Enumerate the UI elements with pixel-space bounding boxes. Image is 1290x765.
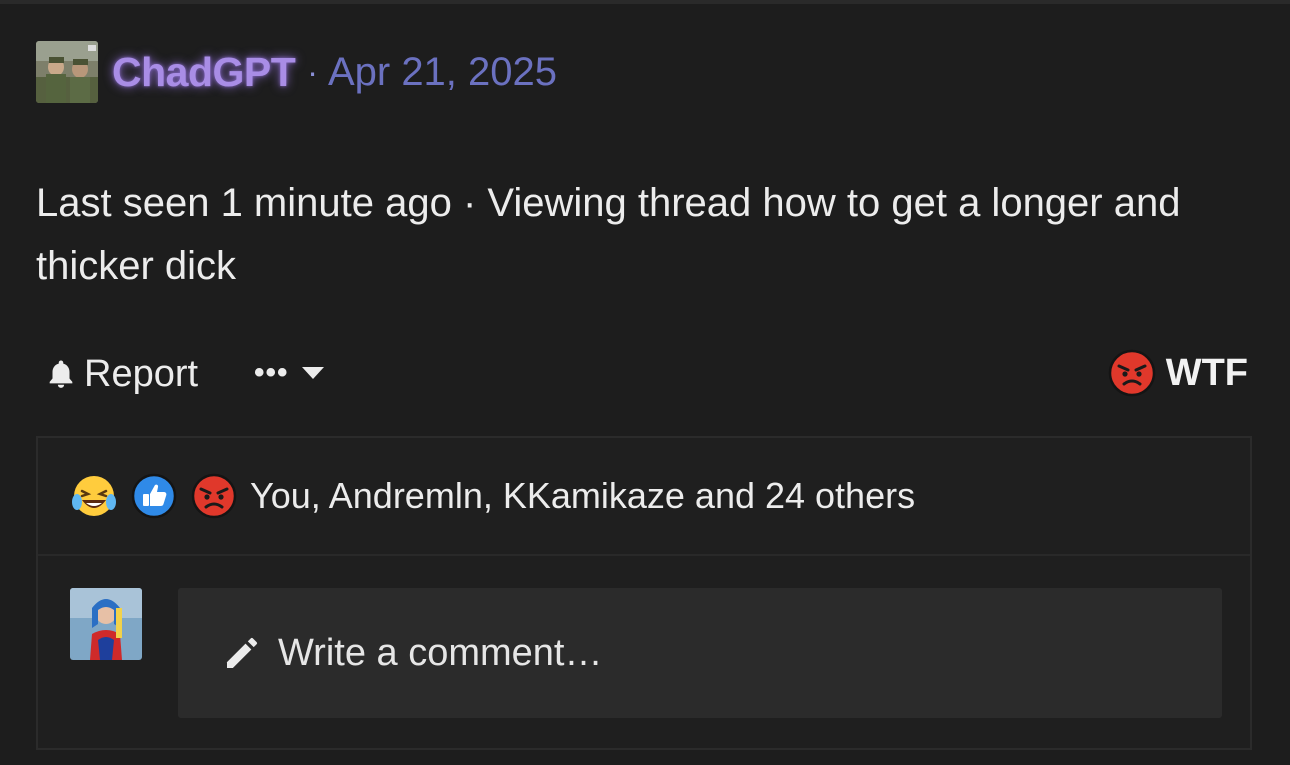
angry-face-icon [191, 473, 237, 519]
post-header: ChadGPT · Apr 21, 2025 [36, 40, 557, 104]
top-divider [0, 0, 1290, 4]
comment-input[interactable]: Write a comment… [178, 588, 1222, 718]
bell-icon [49, 360, 73, 388]
post-date[interactable]: Apr 21, 2025 [328, 50, 557, 95]
reaction-label: WTF [1165, 351, 1248, 394]
report-button[interactable]: Report [44, 348, 198, 400]
chevron-down-icon [301, 367, 324, 379]
header-separator: · [307, 53, 318, 90]
report-label: Report [84, 352, 199, 395]
more-options-menu[interactable]: ••• [254, 352, 325, 394]
reactions-names[interactable]: You, Andremln, KKamikaze and 24 others [250, 475, 915, 517]
author-avatar[interactable] [36, 41, 98, 103]
reactions-summary[interactable]: You, Andremln, KKamikaze and 24 others [38, 438, 1250, 556]
more-dots-icon: ••• [254, 356, 289, 389]
comment-section: You, Andremln, KKamikaze and 24 others W… [36, 436, 1252, 750]
angry-face-icon [1108, 349, 1155, 397]
reaction-button[interactable]: WTF [1108, 346, 1248, 400]
comment-placeholder: Write a comment… [278, 631, 603, 674]
thumbs-up-icon [131, 473, 177, 519]
current-user-avatar [70, 588, 142, 660]
author-username[interactable]: ChadGPT [112, 49, 296, 96]
laughing-crying-face-icon [72, 476, 116, 516]
post-body-status: Last seen 1 minute ago · Viewing thread … [36, 181, 1181, 288]
pencil-icon [227, 638, 257, 668]
